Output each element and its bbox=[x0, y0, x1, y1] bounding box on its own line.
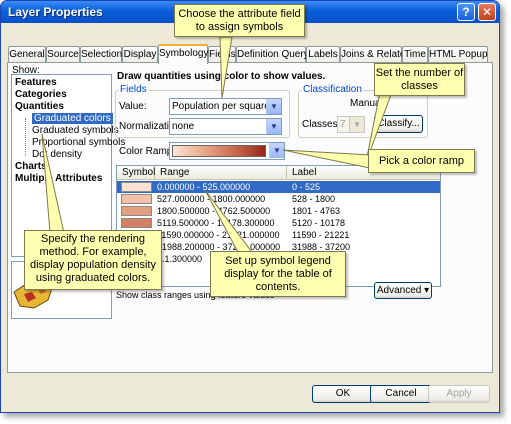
classes-label: Classes: bbox=[302, 119, 341, 130]
tab-time[interactable]: Time bbox=[402, 46, 428, 63]
dropdown-arrow-icon: ▾ bbox=[424, 285, 430, 296]
ok-button[interactable]: OK bbox=[312, 385, 374, 403]
table-row[interactable]: 1800.500000 - 4762.500000 1801 - 4763 bbox=[117, 205, 440, 217]
classification-group-title: Classification bbox=[302, 84, 363, 95]
callout-method: Specify the rendering method. For exampl… bbox=[24, 230, 162, 290]
advanced-label: Advanced bbox=[376, 285, 422, 296]
range-cell: 5119.500000 - 10178.300000 bbox=[157, 218, 275, 228]
range-cell: 1800.500000 - 4762.500000 bbox=[157, 206, 271, 216]
value-label: Value: bbox=[119, 101, 147, 112]
table-row[interactable]: 527.000000 - 1800.000000 528 - 1800 bbox=[117, 193, 440, 205]
callout-ramp: Pick a color ramp bbox=[368, 149, 475, 173]
renderer-heading: Draw quantities using color to show valu… bbox=[117, 71, 326, 82]
range-cell: 0.000000 - 525.000000 bbox=[157, 182, 251, 192]
classification-method: Manual bbox=[350, 98, 383, 109]
cancel-button[interactable]: Cancel bbox=[370, 385, 432, 403]
chevron-down-icon[interactable]: ▼ bbox=[269, 143, 284, 158]
window-title: Layer Properties bbox=[8, 5, 103, 19]
tree-item-dot-density[interactable]: Dot density bbox=[32, 149, 82, 160]
classes-select[interactable]: 7 ▼ bbox=[337, 116, 365, 133]
tab-html-popup[interactable]: HTML Popup bbox=[428, 46, 488, 63]
tab-display[interactable]: Display bbox=[122, 46, 158, 63]
layer-properties-dialog: Layer Properties ? ✕ General Source Sele… bbox=[0, 0, 500, 413]
range-cell: 11590.000000 - 21221.000000 bbox=[157, 230, 280, 240]
callout-legend: Set up symbol legend display for the tab… bbox=[210, 251, 346, 297]
chevron-down-icon[interactable]: ▼ bbox=[266, 119, 281, 134]
symbol-swatch[interactable] bbox=[121, 182, 152, 192]
tree-item-graduated-colors[interactable]: Graduated colors bbox=[32, 113, 113, 124]
classify-button[interactable]: Classify... bbox=[374, 115, 423, 133]
label-cell[interactable]: 0 - 525 bbox=[292, 181, 320, 193]
table-row[interactable]: 11590.000000 - 21221.000000 11590 - 2122… bbox=[117, 229, 440, 241]
advanced-button[interactable]: Advanced ▾ bbox=[374, 282, 432, 299]
table-row[interactable]: 0.000000 - 525.000000 0 - 525 bbox=[117, 181, 440, 193]
tab-symbology[interactable]: Symbology bbox=[158, 44, 208, 64]
label-cell[interactable]: 1801 - 4763 bbox=[292, 205, 340, 217]
normalization-select[interactable]: none ▼ bbox=[169, 118, 282, 135]
tree-item-categories[interactable]: Categories bbox=[15, 89, 67, 100]
table-row[interactable]: 5119.500000 - 10178.300000 5120 - 10178 bbox=[117, 217, 440, 229]
label-cell[interactable]: 5120 - 10178 bbox=[292, 217, 345, 229]
tab-labels[interactable]: Labels bbox=[306, 46, 340, 63]
normalization-text: none bbox=[172, 121, 195, 132]
tree-item-multiple-attributes[interactable]: Multiple Attributes bbox=[15, 173, 102, 184]
tab-source[interactable]: Source bbox=[46, 46, 80, 63]
value-field-select[interactable]: Population per square mile ▼ bbox=[169, 98, 282, 115]
callout-classes: Set the number of classes bbox=[374, 63, 465, 96]
tree-connector bbox=[25, 118, 26, 156]
tree-item-proportional-symbols[interactable]: Proportional symbols bbox=[32, 137, 125, 148]
label-cell[interactable]: 528 - 1800 bbox=[292, 193, 335, 205]
tree-item-graduated-symbols[interactable]: Graduated symbols bbox=[32, 125, 119, 136]
tab-joins-relates[interactable]: Joins & Relates bbox=[340, 46, 410, 63]
tab-selection[interactable]: Selection bbox=[80, 46, 122, 63]
callout-attribute: Choose the attribute field to assign sym… bbox=[174, 4, 305, 37]
help-button[interactable]: ? bbox=[457, 3, 475, 21]
close-button[interactable]: ✕ bbox=[478, 3, 496, 21]
color-ramp-label: Color Ramp: bbox=[119, 146, 176, 157]
color-ramp-select[interactable]: ▼ bbox=[169, 142, 285, 160]
tab-definition-query[interactable]: Definition Query bbox=[236, 46, 309, 63]
symbol-swatch[interactable] bbox=[121, 218, 152, 228]
tab-general[interactable]: General bbox=[8, 46, 46, 63]
chevron-down-icon[interactable]: ▼ bbox=[266, 99, 281, 114]
symbol-column-header[interactable]: Symbol bbox=[117, 166, 155, 180]
classes-value: 7 bbox=[340, 119, 346, 130]
range-column-header[interactable]: Range bbox=[155, 166, 287, 180]
symbol-swatch[interactable] bbox=[121, 194, 152, 204]
chevron-down-icon[interactable]: ▼ bbox=[349, 117, 364, 132]
range-cell: 527.000000 - 1800.000000 bbox=[157, 194, 266, 204]
tree-item-features[interactable]: Features bbox=[15, 77, 57, 88]
tree-item-quantities[interactable]: Quantities bbox=[15, 101, 64, 112]
tab-fields[interactable]: Fields bbox=[208, 46, 236, 63]
fields-group-title: Fields bbox=[119, 84, 148, 95]
range-cell: ...1.300000 bbox=[157, 254, 203, 264]
tree-item-charts[interactable]: Charts bbox=[15, 161, 47, 172]
color-ramp-swatch bbox=[172, 145, 266, 157]
symbol-swatch[interactable] bbox=[121, 206, 152, 216]
label-cell[interactable]: 11590 - 21221 bbox=[292, 229, 349, 241]
symbology-panel: Show: Features Categories Quantities Gra… bbox=[7, 62, 493, 373]
apply-button[interactable]: Apply bbox=[428, 385, 490, 403]
